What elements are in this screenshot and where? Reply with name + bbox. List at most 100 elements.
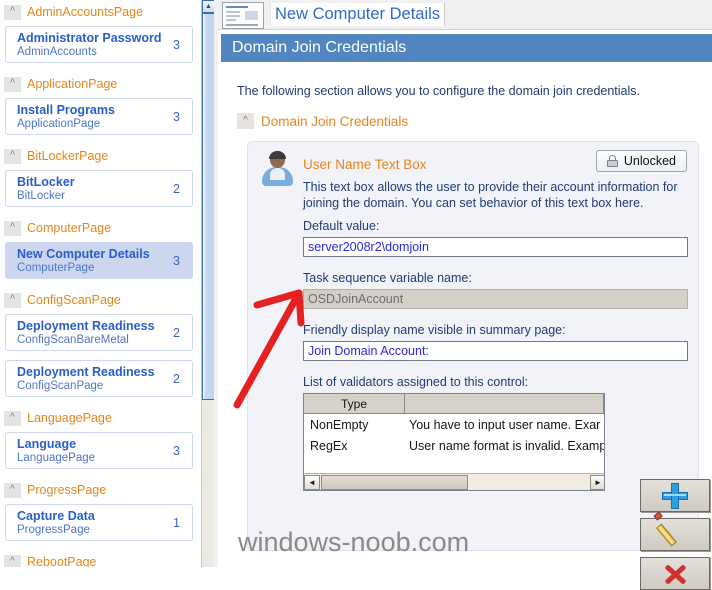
scroll-left-arrow-icon[interactable]: ◄ bbox=[304, 474, 320, 490]
sidebar-group-configscanpage[interactable]: ^ ConfigScanPage bbox=[0, 288, 201, 312]
control-panel: User Name Text Box Unlocked This text bo… bbox=[247, 141, 710, 590]
chevron-up-icon[interactable]: ^ bbox=[4, 220, 21, 236]
sidebar-item-subtitle: ProgressPage bbox=[17, 523, 90, 536]
sidebar-group-label: RebootPage bbox=[27, 555, 97, 567]
chevron-up-icon[interactable]: ^ bbox=[4, 554, 21, 567]
x-icon bbox=[662, 562, 688, 586]
tab-new-computer-details[interactable]: New Computer Details bbox=[270, 3, 446, 26]
default-value-input[interactable]: server2008r2\domjoin bbox=[303, 237, 688, 257]
sidebar-group-adminaccountspage[interactable]: ^ AdminAccountsPage bbox=[0, 0, 201, 24]
sidebar-item-administrator-password[interactable]: Administrator Password AdminAccounts 3 bbox=[5, 26, 193, 63]
sidebar-item-title: Language bbox=[17, 436, 77, 451]
sidebar-group-label: ProgressPage bbox=[27, 483, 107, 497]
sidebar-item-count: 2 bbox=[173, 325, 180, 340]
chevron-up-icon[interactable]: ^ bbox=[4, 4, 21, 20]
friendly-display-name-input[interactable]: Join Domain Account: bbox=[303, 341, 688, 361]
control-description: This text box allows the user to provide… bbox=[303, 180, 678, 210]
sidebar-item-count: 2 bbox=[173, 371, 180, 386]
default-value-label: Default value: bbox=[303, 219, 380, 233]
sidebar-scrollbar[interactable]: ▲ bbox=[201, 0, 215, 567]
chevron-up-icon[interactable]: ^ bbox=[4, 482, 21, 498]
sidebar-item-title: Administrator Password bbox=[17, 30, 162, 45]
section-header-label: Domain Join Credentials bbox=[261, 113, 409, 129]
chevron-up-icon[interactable]: ^ bbox=[237, 113, 254, 129]
content-panel: New Computer Details Domain Join Credent… bbox=[218, 0, 712, 590]
sidebar-item-deployment-readiness[interactable]: Deployment Readiness ConfigScanPage 2 bbox=[5, 360, 193, 397]
sidebar-item-count: 1 bbox=[173, 515, 180, 530]
lock-toggle-button[interactable]: Unlocked bbox=[595, 150, 687, 172]
sidebar-item-bitlocker[interactable]: BitLocker BitLocker 2 bbox=[5, 170, 193, 207]
chevron-up-icon[interactable]: ^ bbox=[4, 292, 21, 308]
cell-message: You have to input user name. Exar bbox=[409, 417, 601, 432]
page-thumbnail-icon bbox=[222, 1, 264, 29]
add-validator-button[interactable] bbox=[640, 479, 710, 512]
sidebar-item-count: 3 bbox=[173, 37, 180, 52]
sidebar-group-label: ApplicationPage bbox=[27, 77, 118, 91]
sidebar-group-progresspage[interactable]: ^ ProgressPage bbox=[0, 478, 201, 502]
section-header-domain-join-credentials[interactable]: ^ Domain Join Credentials bbox=[237, 113, 408, 129]
sidebar-item-title: BitLocker bbox=[17, 174, 75, 189]
sidebar-item-capture-data[interactable]: Capture Data ProgressPage 1 bbox=[5, 504, 193, 541]
sidebar-group-computerpage[interactable]: ^ ComputerPage bbox=[0, 216, 201, 240]
sidebar-item-subtitle: ConfigScanPage bbox=[17, 379, 104, 392]
delete-validator-button[interactable] bbox=[640, 557, 710, 590]
pages-sidebar[interactable]: ^ AdminAccountsPage Administrator Password… bbox=[0, 0, 201, 567]
table-row[interactable]: NonEmpty You have to input user name. Exa… bbox=[304, 414, 604, 435]
task-sequence-variable-input: OSDJoinAccount bbox=[303, 289, 688, 309]
sidebar-group-rebootpage[interactable]: ^ RebootPage bbox=[0, 550, 201, 567]
user-avatar-icon bbox=[261, 151, 293, 186]
sidebar-group-label: BitLockerPage bbox=[27, 149, 109, 163]
sidebar-item-count: 3 bbox=[173, 443, 180, 458]
cell-message: User name format is invalid. Examp bbox=[409, 438, 604, 453]
sidebar-group-applicationpage[interactable]: ^ ApplicationPage bbox=[0, 72, 201, 96]
sidebar-item-count: 3 bbox=[173, 109, 180, 124]
sidebar-group-label: AdminAccountsPage bbox=[27, 5, 144, 19]
column-header-message[interactable] bbox=[405, 394, 604, 413]
chevron-up-icon[interactable]: ^ bbox=[4, 76, 21, 92]
validators-label: List of validators assigned to this cont… bbox=[303, 375, 529, 389]
sidebar-group-label: ComputerPage bbox=[27, 221, 112, 235]
cell-type: NonEmpty bbox=[310, 417, 369, 432]
sidebar-group-label: ConfigScanPage bbox=[27, 293, 121, 307]
sidebar-group-label: LanguagePage bbox=[27, 411, 112, 425]
table-scroll-thumb[interactable] bbox=[321, 474, 468, 490]
sidebar-item-subtitle: LanguagePage bbox=[17, 451, 96, 464]
sidebar-group-bitlockerpage[interactable]: ^ BitLockerPage bbox=[0, 144, 201, 168]
page-body: The following section allows you to conf… bbox=[218, 66, 712, 590]
sidebar-item-count: 3 bbox=[173, 253, 180, 268]
cell-type: RegEx bbox=[310, 438, 348, 453]
lock-icon bbox=[606, 155, 618, 167]
task-sequence-variable-label: Task sequence variable name: bbox=[303, 271, 472, 285]
sidebar-item-language[interactable]: Language LanguagePage 3 bbox=[5, 432, 193, 469]
table-row[interactable]: RegEx User name format is invalid. Examp bbox=[304, 435, 604, 456]
application-window: ^ AdminAccountsPage Administrator Password… bbox=[0, 0, 712, 590]
edit-validator-button[interactable] bbox=[640, 510, 710, 551]
pencil-icon bbox=[653, 510, 689, 549]
scroll-right-arrow-icon[interactable]: ► bbox=[590, 474, 604, 490]
sidebar-item-subtitle: AdminAccounts bbox=[17, 45, 97, 58]
watermark: windows-noob.com bbox=[238, 527, 470, 557]
table-horizontal-scrollbar[interactable]: ◄ ► bbox=[304, 473, 604, 490]
sidebar-item-title: Deployment Readiness bbox=[17, 318, 155, 333]
column-header-type[interactable]: Type bbox=[304, 394, 405, 413]
sidebar-group-languagepage[interactable]: ^ LanguagePage bbox=[0, 406, 201, 430]
sidebar-item-title: Install Programs bbox=[17, 102, 115, 117]
page-intro-text: The following section allows you to conf… bbox=[237, 84, 641, 98]
sidebar-item-subtitle: ComputerPage bbox=[17, 261, 95, 274]
page-title: Domain Join Credentials bbox=[221, 34, 712, 62]
sidebar-item-install-programs[interactable]: Install Programs ApplicationPage 3 bbox=[5, 98, 193, 135]
sidebar-item-subtitle: BitLocker bbox=[17, 189, 65, 202]
sidebar-item-title: Deployment Readiness bbox=[17, 364, 155, 379]
sidebar-item-title: Capture Data bbox=[17, 508, 95, 523]
sidebar-item-title: New Computer Details bbox=[17, 246, 150, 261]
sidebar-item-deployment-readiness[interactable]: Deployment Readiness ConfigScanBareMetal 2 bbox=[5, 314, 193, 351]
plus-icon bbox=[662, 482, 688, 509]
chevron-up-icon[interactable]: ^ bbox=[4, 410, 21, 426]
control-title: User Name Text Box bbox=[303, 157, 427, 172]
sidebar-item-subtitle: ConfigScanBareMetal bbox=[17, 333, 129, 346]
sidebar-item-count: 2 bbox=[173, 181, 180, 196]
chevron-up-icon[interactable]: ^ bbox=[4, 148, 21, 164]
validators-table[interactable]: Type NonEmpty You have to input user name… bbox=[303, 393, 605, 491]
sidebar-item-new-computer-details[interactable]: New Computer Details ComputerPage 3 bbox=[5, 242, 193, 279]
sidebar-item-subtitle: ApplicationPage bbox=[17, 117, 101, 130]
